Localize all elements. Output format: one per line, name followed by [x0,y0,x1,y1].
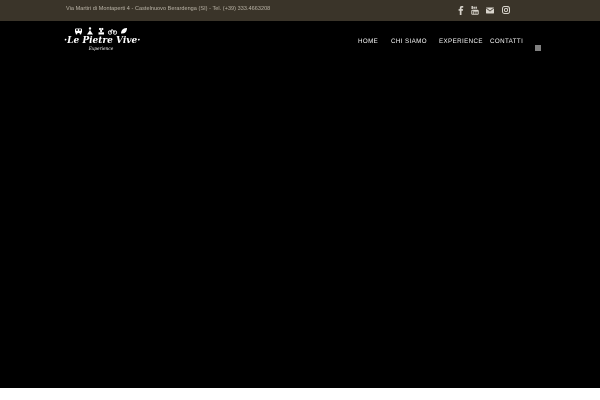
youtube-icon[interactable] [469,4,481,16]
site-header: ·Le Pietre Vive· Experience HOME CHI SIA… [0,21,600,388]
hamburger-menu-icon[interactable] [535,38,541,51]
logo-title: ·Le Pietre Vive· [64,36,141,46]
contact-address: Via Martiri di Montaperti 4 - Castelnuov… [66,6,271,12]
nav-chi-siamo[interactable]: CHI SIAMO [391,38,427,45]
envelope-icon[interactable] [484,4,496,16]
instagram-icon[interactable] [500,4,512,16]
nav-home[interactable]: HOME [358,38,378,45]
nav-contatti[interactable]: CONTATTI [490,38,523,45]
page-bottom-area [0,388,600,400]
logo-subtitle: Experience [88,47,114,52]
logo-pictograms-icon [75,27,127,35]
top-bar: Via Martiri di Montaperti 4 - Castelnuov… [0,0,600,21]
italian-flag[interactable] [531,9,538,14]
nav-experience[interactable]: EXPERIENCE [439,38,483,45]
facebook-icon[interactable] [455,4,467,16]
english-flag[interactable] [520,9,527,14]
site-logo[interactable]: ·Le Pietre Vive· Experience [64,27,141,55]
